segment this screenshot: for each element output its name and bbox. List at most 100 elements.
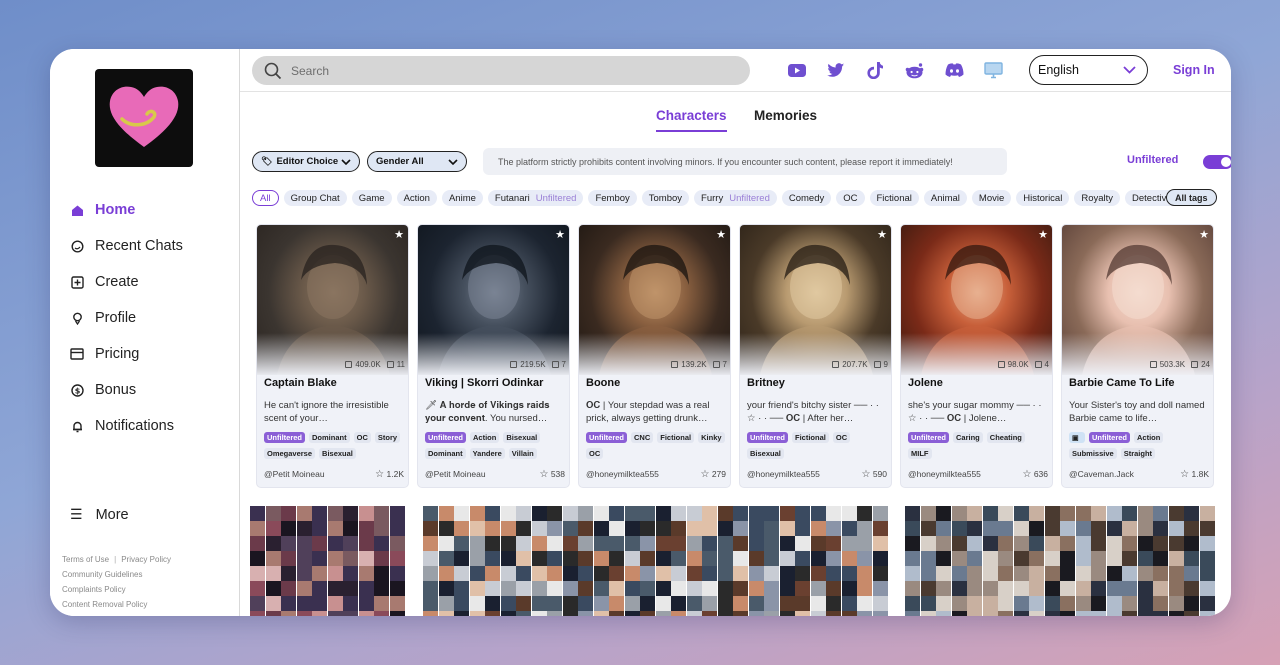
tag-filter-movie[interactable]: Movie — [971, 190, 1012, 206]
unfiltered-toggle[interactable] — [1203, 155, 1231, 169]
character-card[interactable]: ★ 503.3K 24 Barbie Came To Life Your Sis… — [1061, 224, 1214, 488]
favorite-star-icon[interactable]: ★ — [393, 229, 405, 241]
twitter-icon[interactable] — [826, 60, 846, 80]
card-tag[interactable]: Yandere — [469, 448, 505, 459]
blur-cell — [1184, 536, 1199, 551]
favorite-star-icon[interactable]: ★ — [715, 229, 727, 241]
sidebar-item-notifications[interactable]: Notifications — [70, 408, 183, 444]
blur-cell — [343, 566, 358, 581]
card-tag[interactable]: Fictional — [657, 432, 695, 443]
card-tag[interactable]: Omegaverse — [264, 448, 316, 459]
card-tag[interactable]: Caring — [953, 432, 983, 443]
card-tag[interactable]: Villain — [508, 448, 537, 459]
tag-filter-futanari[interactable]: Futanari Unfiltered — [487, 190, 584, 206]
sidebar-item-bonus[interactable]: $ Bonus — [70, 372, 183, 408]
blur-cell — [936, 596, 951, 611]
favorite-star-icon[interactable]: ★ — [1037, 229, 1049, 241]
tag-filter-tomboy[interactable]: Tomboy — [641, 190, 690, 206]
card-tag[interactable]: CNC — [631, 432, 654, 443]
author-link[interactable]: @Petit Moineau — [264, 469, 325, 480]
card-tag[interactable]: Cheating — [986, 432, 1025, 443]
card-tag[interactable]: Unfiltered — [425, 432, 467, 443]
card-tag[interactable]: Unfiltered — [747, 432, 789, 443]
card-tag[interactable]: OC — [586, 448, 604, 459]
gender-dropdown[interactable]: Gender All — [367, 151, 467, 172]
card-tag[interactable]: Story — [374, 432, 401, 443]
sidebar-item-pricing[interactable]: Pricing — [70, 336, 183, 372]
more-button[interactable]: ☰ More — [70, 506, 129, 523]
privacy-link[interactable]: Privacy Policy — [121, 555, 171, 564]
card-tag[interactable]: OC — [832, 432, 851, 443]
language-select[interactable]: English — [1029, 55, 1148, 85]
search-input[interactable]: Search — [252, 56, 750, 85]
all-tags-button[interactable]: All tags — [1166, 189, 1217, 206]
tag-filter-group-chat[interactable]: Group Chat — [283, 190, 347, 206]
tag-filter-historical[interactable]: Historical — [1016, 190, 1070, 206]
desktop-icon[interactable] — [983, 60, 1003, 80]
card-tag[interactable]: Dominant — [309, 432, 350, 443]
card-tag[interactable]: Fictional — [792, 432, 829, 443]
tab-characters[interactable]: Characters — [656, 108, 727, 132]
search-icon — [264, 62, 282, 79]
author-link[interactable]: @honeymilktea555 — [908, 469, 981, 480]
card-tag[interactable]: OC — [353, 432, 371, 443]
card-tag[interactable]: Kinky — [698, 432, 725, 443]
card-tag[interactable]: Dominant — [425, 448, 466, 459]
card-tag[interactable]: Unfiltered — [586, 432, 628, 443]
card-tag[interactable]: MILF — [908, 448, 932, 459]
tag-filter-action[interactable]: Action — [396, 190, 437, 206]
card-tag[interactable]: Straight — [1120, 448, 1156, 459]
card-tag[interactable]: Unfiltered — [264, 432, 306, 443]
discord-icon[interactable] — [944, 60, 964, 80]
card-tag[interactable]: Submissive — [1069, 448, 1117, 459]
sidebar-item-recent-chats[interactable]: Recent Chats — [70, 228, 183, 264]
author-link[interactable]: @honeymilktea555 — [586, 469, 659, 480]
message-icon — [832, 361, 840, 368]
youtube-icon[interactable] — [787, 60, 807, 80]
sign-in-button[interactable]: Sign In — [1173, 63, 1215, 77]
card-tag[interactable]: Bisexual — [319, 448, 356, 459]
blur-cell — [841, 581, 857, 596]
author-link[interactable]: @Caveman.Jack — [1069, 469, 1134, 480]
sidebar-item-create[interactable]: Create — [70, 264, 183, 300]
card-tag[interactable]: Unfiltered — [908, 432, 950, 443]
character-card[interactable]: ★ 219.5K 7 Viking | Skorri Odinkar 🗡 𝐀 𝐡… — [417, 224, 570, 488]
character-card[interactable]: ★ 98.0K 4 Jolene she's your sugar mommy … — [900, 224, 1053, 488]
tag-filter-all[interactable]: All — [252, 190, 279, 206]
blur-cell — [593, 596, 609, 611]
tag-filter-game[interactable]: Game — [351, 190, 392, 206]
card-tag[interactable]: Bisexual — [503, 432, 541, 443]
card-tag[interactable]: Action — [470, 432, 500, 443]
tag-filter-comedy[interactable]: Comedy — [781, 190, 832, 206]
tag-filter-furry[interactable]: Furry Unfiltered — [694, 190, 777, 206]
removal-link[interactable]: Content Removal Policy — [62, 600, 147, 609]
tab-memories[interactable]: Memories — [754, 108, 817, 123]
tag-filter-anime[interactable]: Anime — [441, 190, 483, 206]
card-tag[interactable]: Unfiltered — [1089, 432, 1131, 443]
character-card[interactable]: ★ 139.2K 7 Boone 𝐎𝐂 | Your stepdad was a… — [578, 224, 731, 488]
character-card[interactable]: ★ 409.0K 11 Captain Blake He can't ignor… — [256, 224, 409, 488]
favorite-star-icon[interactable]: ★ — [876, 229, 888, 241]
reddit-icon[interactable] — [904, 60, 924, 80]
tag-filter-royalty[interactable]: Royalty — [1074, 190, 1121, 206]
tiktok-icon[interactable] — [865, 60, 885, 80]
tag-filter-fictional[interactable]: Fictional — [869, 190, 919, 206]
sidebar-item-home[interactable]: Home — [70, 192, 183, 228]
blur-cell — [779, 521, 795, 536]
favorite-star-icon[interactable]: ★ — [554, 229, 566, 241]
sidebar-item-profile[interactable]: Profile — [70, 300, 183, 336]
author-link[interactable]: @Petit Moineau — [425, 469, 486, 480]
tag-filter-femboy[interactable]: Femboy — [588, 190, 637, 206]
tag-filter-oc[interactable]: OC — [836, 190, 865, 206]
complaints-link[interactable]: Complaints Policy — [62, 585, 126, 594]
character-card[interactable]: ★ 207.7K 9 Britney your friend's bitchy … — [739, 224, 892, 488]
card-tag[interactable]: Action — [1134, 432, 1164, 443]
tag-filter-animal[interactable]: Animal — [923, 190, 967, 206]
community-link[interactable]: Community Guidelines — [62, 570, 142, 579]
editor-choice-dropdown[interactable]: 🏷 Editor Choice — [252, 151, 360, 172]
app-logo[interactable] — [95, 69, 193, 167]
author-link[interactable]: @honeymilktea555 — [747, 469, 820, 480]
terms-link[interactable]: Terms of Use — [62, 555, 109, 564]
card-tag[interactable]: Bisexual — [747, 448, 784, 459]
favorite-star-icon[interactable]: ★ — [1198, 229, 1210, 241]
